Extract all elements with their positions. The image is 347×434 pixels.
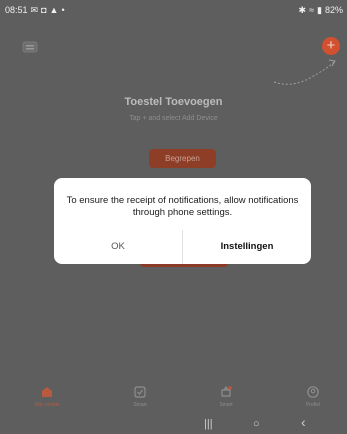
home-icon: [42, 387, 52, 397]
app-screen: 08:51 ✉ ◘ ▲ • ✱ ≈ ▮ 82% + Toestel Toevoe…: [0, 0, 347, 434]
tab-profile[interactable]: Profiel: [288, 382, 338, 408]
empty-state-subtitle: Tap + and select Add Device: [129, 115, 218, 122]
status-left: 08:51 ✉ ◘ ▲ •: [5, 5, 65, 15]
scene-icon: [221, 385, 232, 397]
wifi-icon: ≈: [309, 4, 315, 15]
dot-icon: •: [61, 4, 65, 15]
bluetooth-icon: ✱: [298, 4, 307, 15]
tab-smart[interactable]: Smart: [115, 382, 165, 408]
understood-button[interactable]: Begrepen: [149, 149, 216, 168]
status-bar: 08:51 ✉ ◘ ▲ • ✱ ≈ ▮ 82%: [0, 0, 347, 20]
bottom-tab-bar: Mijn familie Smart Smart Profiel: [0, 382, 347, 414]
back-button[interactable]: ‹: [301, 415, 306, 429]
system-nav-bar: ||| ○ ‹: [0, 415, 347, 434]
status-time: 08:51: [5, 5, 28, 15]
notification-permission-dialog: To ensure the receipt of notifications, …: [54, 178, 311, 264]
message-icon: ✉: [30, 4, 39, 15]
home-switch-icon[interactable]: [22, 40, 38, 53]
battery-level: 82%: [324, 5, 343, 15]
home-button[interactable]: ○: [253, 418, 260, 430]
alert-icon: ▲: [49, 4, 59, 15]
tab-smart-label: Smart: [133, 402, 147, 408]
dialog-message: To ensure the receipt of notifications, …: [66, 195, 299, 218]
smart-check-icon: [134, 386, 146, 398]
empty-state-title: Toestel Toevoegen: [124, 96, 223, 108]
recents-button[interactable]: |||: [204, 418, 213, 430]
gallery-icon: ◘: [41, 4, 47, 15]
tab-profile-label: Profiel: [305, 402, 321, 408]
dialog-ok-button[interactable]: OK: [54, 236, 182, 258]
dialog-settings-button[interactable]: Instellingen: [183, 236, 311, 258]
tab-home-label: Mijn familie: [34, 402, 60, 408]
tab-scene[interactable]: Smart: [201, 382, 251, 408]
tab-scene-label: Smart: [219, 402, 233, 408]
signal-icon: ▮: [317, 4, 322, 15]
arrow-hint-icon: [273, 59, 336, 85]
add-device-button[interactable]: +: [322, 37, 340, 55]
status-right: ✱ ≈ ▮ 82%: [299, 5, 343, 15]
tab-home[interactable]: Mijn familie: [22, 382, 72, 408]
profile-icon: [307, 386, 319, 398]
